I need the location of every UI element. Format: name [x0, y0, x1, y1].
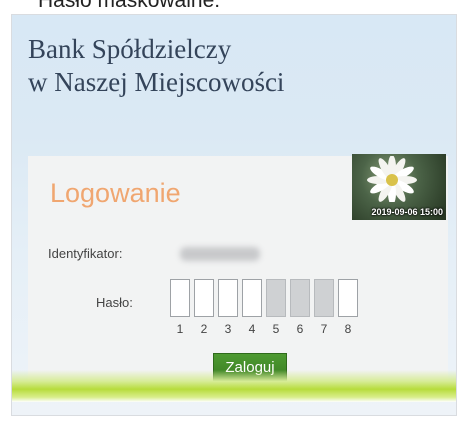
grass-decoration — [12, 370, 456, 402]
bank-name-line1: Bank Spółdzielczy — [28, 34, 232, 64]
bank-login-page: Bank Spółdzielczy w Naszej Miejscowości … — [11, 14, 457, 416]
masked-password-field: 1 2 3 4 5 6 7 8 — [168, 279, 360, 336]
password-char-box[interactable] — [242, 279, 262, 317]
password-position: 2 — [192, 279, 216, 336]
password-char-box[interactable] — [170, 279, 190, 317]
caption: Hasło maskowalne: — [38, 0, 221, 12]
password-position: 5 — [264, 279, 288, 336]
password-label: Hasło: — [96, 295, 133, 310]
password-position-number: 1 — [176, 322, 184, 336]
security-image: 2019-09-06 15:00 — [352, 154, 446, 220]
password-char-box-disabled — [290, 279, 310, 317]
password-char-box[interactable] — [218, 279, 238, 317]
login-title: Logowanie — [50, 178, 181, 208]
bank-name-line2: w Naszej Miejscowości — [28, 67, 285, 97]
password-position: 4 — [240, 279, 264, 336]
password-char-box-disabled — [314, 279, 334, 317]
password-char-box-disabled — [266, 279, 286, 317]
identifier-value-blurred — [180, 247, 260, 261]
password-char-box[interactable] — [338, 279, 358, 317]
password-position-number: 8 — [344, 322, 352, 336]
password-position-number: 4 — [248, 322, 256, 336]
password-position-number: 7 — [320, 322, 328, 336]
password-position: 6 — [288, 279, 312, 336]
password-position-number: 6 — [296, 322, 304, 336]
identifier-label: Identyfikator: — [48, 246, 123, 261]
login-panel: Logowanie 2019-09-06 15:00 Identyfikator… — [28, 154, 448, 381]
password-position: 1 — [168, 279, 192, 336]
password-position: 3 — [216, 279, 240, 336]
password-position-number: 2 — [200, 322, 208, 336]
photo-timestamp: 2019-09-06 15:00 — [371, 207, 443, 217]
password-char-box[interactable] — [194, 279, 214, 317]
daisy-photo-icon — [367, 156, 417, 202]
password-position: 7 — [312, 279, 336, 336]
password-position-number: 3 — [224, 322, 232, 336]
bank-name: Bank Spółdzielczy w Naszej Miejscowości — [28, 33, 284, 99]
password-position: 8 — [336, 279, 360, 336]
password-position-number: 5 — [272, 322, 280, 336]
